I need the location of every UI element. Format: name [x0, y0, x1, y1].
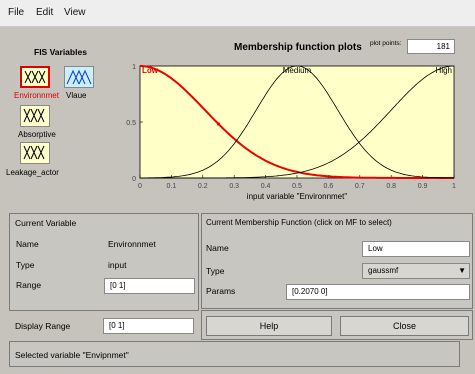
- dropdown-arrow-icon[interactable]: ▼: [458, 264, 466, 278]
- mf-type-select[interactable]: gaussmf ▼: [362, 263, 470, 279]
- y-tick-label: 1: [132, 64, 136, 71]
- y-tick-label: 0.5: [126, 120, 136, 127]
- var-label-vlaue: Vlaue: [66, 91, 87, 100]
- current-variable-panel: Current Variable Name Environnmet Type i…: [9, 213, 199, 311]
- name-label: Name: [16, 239, 39, 249]
- var-icon-leakage-actor[interactable]: [20, 142, 50, 164]
- help-button[interactable]: Help: [206, 316, 332, 336]
- plot-area: [139, 65, 455, 179]
- display-range-label: Display Range: [15, 321, 71, 331]
- mf-input-icon: [24, 70, 46, 84]
- plot-points-label: plot points:: [370, 40, 402, 47]
- x-tick-label: 0.4: [261, 183, 271, 190]
- current-mf-panel: Current Membership Function (click on MF…: [201, 213, 473, 309]
- mf-input-icon: [23, 145, 45, 160]
- menu-bar: File Edit View: [0, 0, 475, 27]
- var-label-leakage-actor: Leakage_actor: [6, 168, 59, 177]
- variable-name-value: Environnmet: [108, 239, 156, 249]
- var-icon-absorptive[interactable]: [20, 105, 50, 127]
- menu-view[interactable]: View: [64, 7, 86, 18]
- fis-variables-title: FIS Variables: [34, 47, 87, 57]
- x-tick-label: 0.8: [386, 183, 396, 190]
- status-bar: Selected variable "Envipnmet": [9, 341, 460, 367]
- mf-label-medium: Medium: [283, 66, 312, 75]
- variable-type-value: input: [108, 260, 127, 270]
- mf-output-icon: [66, 69, 92, 85]
- button-bar: Help Close: [201, 310, 473, 340]
- x-tick-label: 0.7: [355, 183, 365, 190]
- type-label: Type: [16, 260, 35, 270]
- mf-params-label: Params: [206, 286, 236, 296]
- close-button[interactable]: Close: [340, 316, 469, 336]
- mf-params-input[interactable]: [0.2070 0]: [286, 284, 470, 300]
- x-tick-label: 0.6: [324, 183, 334, 190]
- plot-points-input[interactable]: 181: [407, 39, 455, 54]
- mf-type-label: Type: [206, 266, 225, 276]
- mf-label-high: High: [436, 66, 452, 75]
- mf-input-icon: [23, 108, 45, 123]
- plot-title: Membership function plots: [234, 42, 362, 53]
- range-input[interactable]: [0 1]: [104, 278, 195, 294]
- mf-type-value: gaussmf: [368, 266, 399, 275]
- var-label-environnmet: Environnmet: [14, 91, 59, 100]
- menu-file[interactable]: File: [8, 7, 24, 18]
- current-variable-title: Current Variable: [15, 218, 77, 228]
- mf-name-input[interactable]: Low: [362, 241, 470, 257]
- x-tick-label: 0.5: [292, 183, 302, 190]
- y-tick-label: 0: [132, 176, 136, 183]
- current-mf-title: Current Membership Function (click on MF…: [206, 218, 392, 227]
- var-icon-vlaue[interactable]: [64, 66, 94, 88]
- var-icon-environnmet[interactable]: [20, 66, 50, 88]
- x-tick-label: 0.3: [229, 183, 239, 190]
- mf-label-low: Low: [142, 66, 159, 75]
- mf-plot[interactable]: 0 0.5 1 0 0.1 0.2 0.3 0.4 0.5 0.6 0.7 0.8 0.9 1 Low M…: [118, 58, 470, 208]
- status-text: Selected variable "Envipnmet": [15, 350, 129, 360]
- x-tick-label: 0.2: [198, 183, 208, 190]
- x-tick-label: 1: [452, 183, 456, 190]
- mf-name-label: Name: [206, 243, 229, 253]
- x-axis-label: input variable "Environnmet": [247, 192, 348, 201]
- display-range-input[interactable]: [0 1]: [103, 318, 194, 334]
- x-tick-label: 0: [138, 183, 142, 190]
- x-tick-label: 0.1: [167, 183, 177, 190]
- range-label: Range: [16, 280, 42, 290]
- menu-edit[interactable]: Edit: [36, 7, 53, 18]
- var-label-absorptive: Absorptive: [18, 130, 56, 139]
- x-tick-label: 0.9: [418, 183, 428, 190]
- selection-marker: [216, 122, 221, 126]
